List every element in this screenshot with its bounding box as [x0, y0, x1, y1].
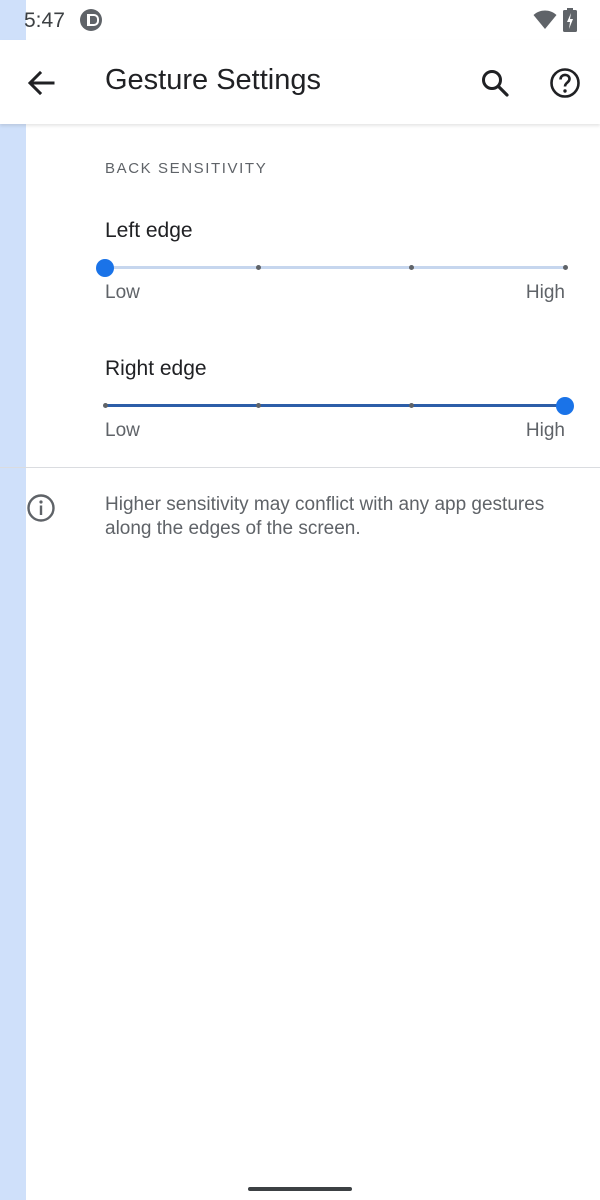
- right-edge-title: Right edge: [105, 357, 207, 380]
- app-notification-icon: [80, 9, 102, 31]
- slider-tick: [409, 403, 415, 408]
- left-edge-slider[interactable]: [96, 256, 568, 280]
- info-icon: [27, 494, 55, 522]
- back-gesture-edge-highlight: [0, 0, 26, 1200]
- help-icon[interactable]: [546, 64, 584, 102]
- back-arrow-icon[interactable]: [22, 64, 60, 102]
- wifi-icon: [533, 10, 557, 29]
- slider-tick: [409, 265, 415, 270]
- slider-active-track: [105, 404, 565, 407]
- gesture-nav-handle[interactable]: [248, 1187, 352, 1191]
- slider-track: [105, 266, 565, 269]
- section-header: BACK SENSITIVITY: [105, 160, 268, 177]
- page-title: Gesture Settings: [105, 64, 321, 96]
- status-time: 5:47: [24, 9, 65, 32]
- top-app-bar: Gesture Settings: [0, 40, 600, 124]
- right-edge-high-label: High: [525, 420, 565, 441]
- slider-tick: [562, 265, 568, 270]
- battery-charging-icon: [563, 8, 577, 32]
- status-bar: 5:47: [0, 0, 600, 40]
- slider-tick: [102, 403, 108, 408]
- slider-thumb[interactable]: [556, 397, 574, 415]
- slider-tick: [255, 265, 261, 270]
- search-icon[interactable]: [476, 64, 514, 102]
- slider-tick: [255, 403, 261, 408]
- right-edge-low-label: Low: [105, 420, 140, 441]
- left-edge-low-label: Low: [105, 282, 140, 303]
- left-edge-title: Left edge: [105, 219, 193, 242]
- sensitivity-info-text: Higher sensitivity may conflict with any…: [105, 494, 545, 539]
- left-edge-high-label: High: [525, 282, 565, 303]
- divider: [0, 467, 600, 468]
- slider-thumb[interactable]: [96, 259, 114, 277]
- right-edge-slider[interactable]: [102, 394, 574, 418]
